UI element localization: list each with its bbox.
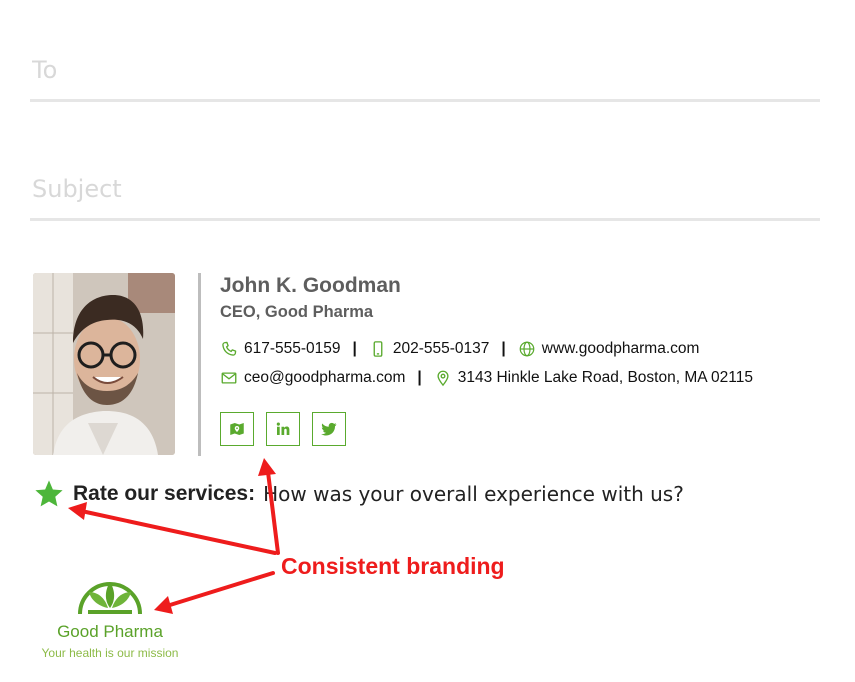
envelope-icon (220, 369, 238, 387)
arrow-to-star (84, 510, 277, 555)
separator: | (352, 340, 357, 357)
mobile-icon (369, 340, 387, 358)
contact-row-2: ceo@goodpharma.com | 3143 Hinkle Lake Ro… (220, 369, 753, 387)
signature-divider (198, 273, 201, 456)
branding-callout: Consistent branding (281, 553, 505, 579)
linkedin-icon (274, 420, 292, 438)
separator: | (501, 340, 506, 357)
twitter-button[interactable] (312, 412, 346, 446)
signature-name: John K. Goodman (220, 274, 401, 297)
signature-title: CEO, Good Pharma (220, 303, 374, 321)
subject-field[interactable] (30, 166, 824, 221)
map-social-button[interactable] (220, 412, 254, 446)
phone-icon (220, 340, 238, 358)
website-link[interactable]: www.goodpharma.com (542, 340, 700, 358)
logo-tagline: Your health is our mission (41, 646, 179, 660)
star-icon[interactable] (33, 478, 65, 510)
linkedin-button[interactable] (266, 412, 300, 446)
address-text: 3143 Hinkle Lake Road, Boston, MA 02115 (457, 369, 753, 386)
globe-icon (518, 340, 536, 358)
leaf-logo-icon (78, 582, 142, 615)
separator: | (417, 369, 422, 386)
location-pin-icon (434, 369, 452, 387)
subject-input[interactable] (30, 174, 824, 204)
map-icon (228, 420, 246, 438)
email-link[interactable]: ceo@goodpharma.com (244, 369, 405, 387)
logo-name: Good Pharma (57, 622, 163, 641)
to-input[interactable] (30, 55, 824, 85)
company-logo: Good Pharma Your health is our mission (30, 570, 190, 665)
rating-line: Rate our services: How was your overall … (33, 478, 684, 510)
rating-question[interactable]: How was your overall experience with us? (263, 482, 684, 506)
phone-link[interactable]: 617-555-0159 (244, 340, 341, 358)
to-field[interactable] (30, 47, 824, 102)
rating-label: Rate our services: (73, 482, 256, 505)
profile-photo (33, 273, 175, 455)
contact-row-1: 617-555-0159 | 202-555-0137 | www.goodph… (220, 340, 699, 358)
twitter-icon (320, 420, 338, 438)
mobile-link[interactable]: 202-555-0137 (393, 340, 490, 358)
